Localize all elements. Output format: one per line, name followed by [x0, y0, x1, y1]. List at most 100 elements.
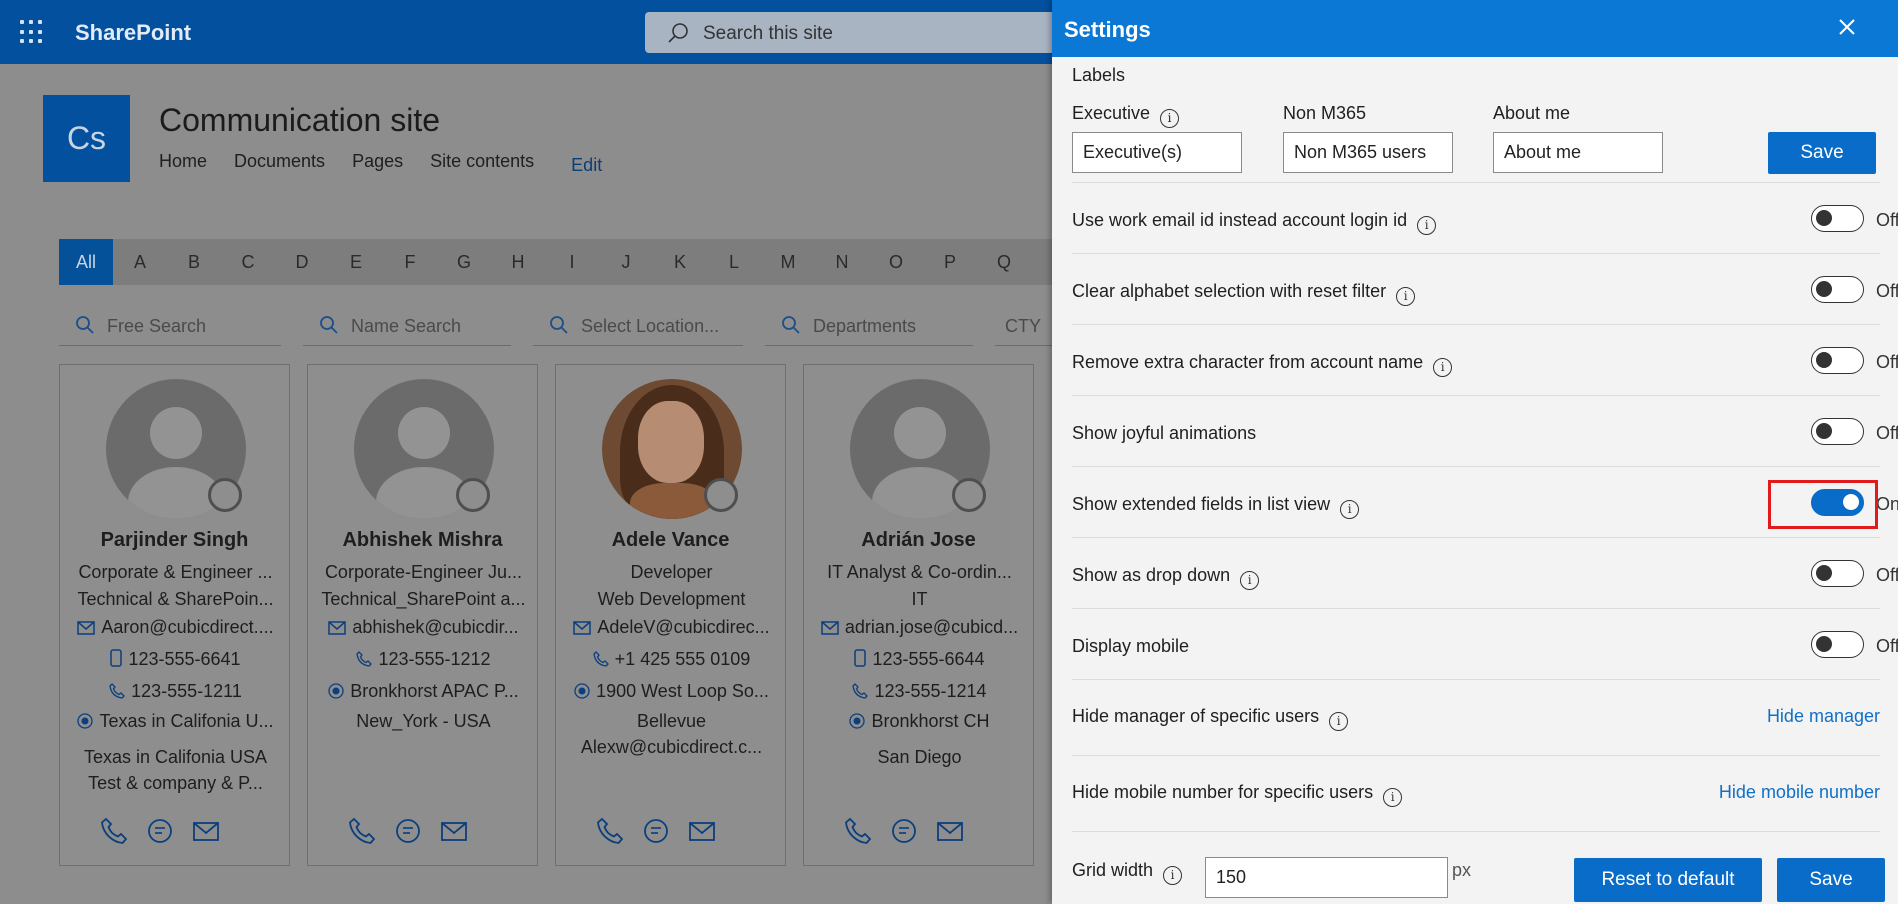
nav-pages[interactable]: Pages — [352, 151, 403, 176]
info-icon[interactable]: i — [1160, 109, 1180, 128]
phone-icon — [852, 683, 869, 699]
person-card[interactable]: Parjinder Singh Corporate & Engineer ...… — [59, 364, 290, 866]
email[interactable]: adrian.jose@cubicd... — [845, 617, 1018, 637]
executive-input[interactable]: Executive(s) — [1072, 132, 1242, 173]
phone-icon[interactable] — [596, 817, 624, 845]
alpha-letter[interactable]: O — [869, 252, 923, 273]
alpha-letter[interactable]: N — [815, 252, 869, 273]
alpha-all[interactable]: All — [59, 239, 113, 285]
executive-label: Executive i — [1072, 103, 1180, 128]
location-select[interactable]: Select Location... — [533, 306, 743, 346]
mail-icon[interactable] — [440, 817, 468, 845]
phone-number[interactable]: 123-555-1211 — [131, 681, 242, 701]
info-icon[interactable]: i — [1383, 788, 1403, 807]
free-search-input[interactable]: Free Search — [59, 306, 281, 346]
departments-select[interactable]: Departments — [765, 306, 973, 346]
chat-icon[interactable] — [146, 817, 174, 845]
alpha-letter[interactable]: D — [275, 252, 329, 273]
person-card[interactable]: Abhishek Mishra Corporate-Engineer Ju...… — [307, 364, 538, 866]
alphabet-filter: All A B C D E F G H I J K L M N O P Q — [59, 239, 1052, 285]
person-card[interactable]: Adrián Jose IT Analyst & Co-ordin... IT … — [803, 364, 1034, 866]
phone-number[interactable]: 123-555-1214 — [874, 681, 986, 701]
grid-width-input[interactable]: 150 — [1205, 857, 1448, 898]
toggle-switch[interactable] — [1811, 631, 1864, 658]
hide-manager-link[interactable]: Hide manager — [1767, 706, 1880, 727]
phone-number[interactable]: +1 425 555 0109 — [615, 649, 751, 669]
brand-name[interactable]: SharePoint — [75, 20, 191, 46]
chat-icon[interactable] — [394, 817, 422, 845]
alpha-letter[interactable]: A — [113, 252, 167, 273]
mobile-number[interactable]: 123-555-6641 — [128, 649, 240, 669]
chat-icon[interactable] — [642, 817, 670, 845]
about-me-input[interactable]: About me — [1493, 132, 1663, 173]
email[interactable]: abhishek@cubicdir... — [352, 617, 518, 637]
info-icon[interactable]: i — [1396, 287, 1416, 306]
toggle-switch[interactable] — [1811, 418, 1864, 445]
name-search-placeholder: Name Search — [351, 316, 462, 336]
email[interactable]: Aaron@cubicdirect.... — [101, 617, 273, 637]
site-logo[interactable]: Cs — [43, 95, 130, 182]
location: Bronkhorst APAC P... — [350, 681, 519, 701]
reset-to-default-button[interactable]: Reset to default — [1574, 858, 1762, 902]
alpha-letter[interactable]: E — [329, 252, 383, 273]
alpha-letter[interactable]: K — [653, 252, 707, 273]
info-icon[interactable]: i — [1329, 712, 1349, 731]
edit-link[interactable]: Edit — [571, 155, 602, 176]
person-name[interactable]: Abhishek Mishra — [308, 529, 537, 552]
site-search-box[interactable]: Search this site — [645, 12, 1065, 53]
save-button[interactable]: Save — [1777, 858, 1885, 902]
mail-icon[interactable] — [192, 817, 220, 845]
settings-header: Settings — [1052, 0, 1898, 57]
save-labels-button[interactable]: Save — [1768, 132, 1876, 174]
person-name[interactable]: Parjinder Singh — [60, 529, 289, 552]
mail-icon[interactable] — [688, 817, 716, 845]
alpha-letter[interactable]: H — [491, 252, 545, 273]
job-title: Corporate & Engineer ... — [78, 562, 273, 582]
city-select[interactable]: CTY — [995, 306, 1052, 346]
info-icon[interactable]: i — [1163, 866, 1183, 885]
close-icon[interactable] — [1834, 14, 1860, 40]
phone-icon[interactable] — [100, 817, 128, 845]
alpha-letter[interactable]: B — [167, 252, 221, 273]
mobile-icon — [110, 649, 123, 667]
alpha-letter[interactable]: F — [383, 252, 437, 273]
toggle-switch[interactable] — [1811, 347, 1864, 374]
app-launcher-icon[interactable] — [20, 20, 44, 44]
person-name[interactable]: Adele Vance — [556, 529, 785, 552]
phone-icon[interactable] — [348, 817, 376, 845]
hide-mobile-link[interactable]: Hide mobile number — [1719, 782, 1880, 803]
alpha-letter[interactable]: C — [221, 252, 275, 273]
nav-home[interactable]: Home — [159, 151, 207, 176]
name-search-input[interactable]: Name Search — [303, 306, 511, 346]
labels-heading: Labels — [1072, 65, 1126, 85]
nav-site-contents[interactable]: Site contents — [430, 151, 534, 176]
site-title: Communication site — [159, 102, 440, 138]
location-placeholder: Select Location... — [581, 316, 720, 336]
alpha-letter[interactable]: M — [761, 252, 815, 273]
email[interactable]: AdeleV@cubicdirec... — [597, 617, 769, 637]
phone-icon[interactable] — [844, 817, 872, 845]
nav-documents[interactable]: Documents — [234, 151, 325, 176]
department: Technical_SharePoint a... — [321, 589, 526, 609]
mobile-number[interactable]: 123-555-6644 — [872, 649, 984, 669]
alpha-letter[interactable]: Q — [977, 252, 1031, 273]
chat-icon[interactable] — [890, 817, 918, 845]
toggle-switch[interactable] — [1811, 560, 1864, 587]
alpha-letter[interactable]: J — [599, 252, 653, 273]
person-name[interactable]: Adrián Jose — [804, 529, 1033, 552]
info-icon[interactable]: i — [1417, 216, 1437, 235]
toggle-switch[interactable] — [1811, 276, 1864, 303]
person-card[interactable]: Adele Vance Developer Web Development Ad… — [555, 364, 786, 866]
toggle-switch[interactable] — [1811, 205, 1864, 232]
mail-icon[interactable] — [936, 817, 964, 845]
alpha-letter[interactable]: P — [923, 252, 977, 273]
alpha-letter[interactable]: I — [545, 252, 599, 273]
info-icon[interactable]: i — [1433, 358, 1453, 377]
phone-number[interactable]: 123-555-1212 — [378, 649, 490, 669]
non-m365-input[interactable]: Non M365 users — [1283, 132, 1453, 173]
info-icon[interactable]: i — [1240, 571, 1260, 590]
info-icon[interactable]: i — [1340, 500, 1360, 519]
alpha-letter[interactable]: G — [437, 252, 491, 273]
toggle-row: Use work email id instead account login … — [1072, 182, 1898, 253]
alpha-letter[interactable]: L — [707, 252, 761, 273]
